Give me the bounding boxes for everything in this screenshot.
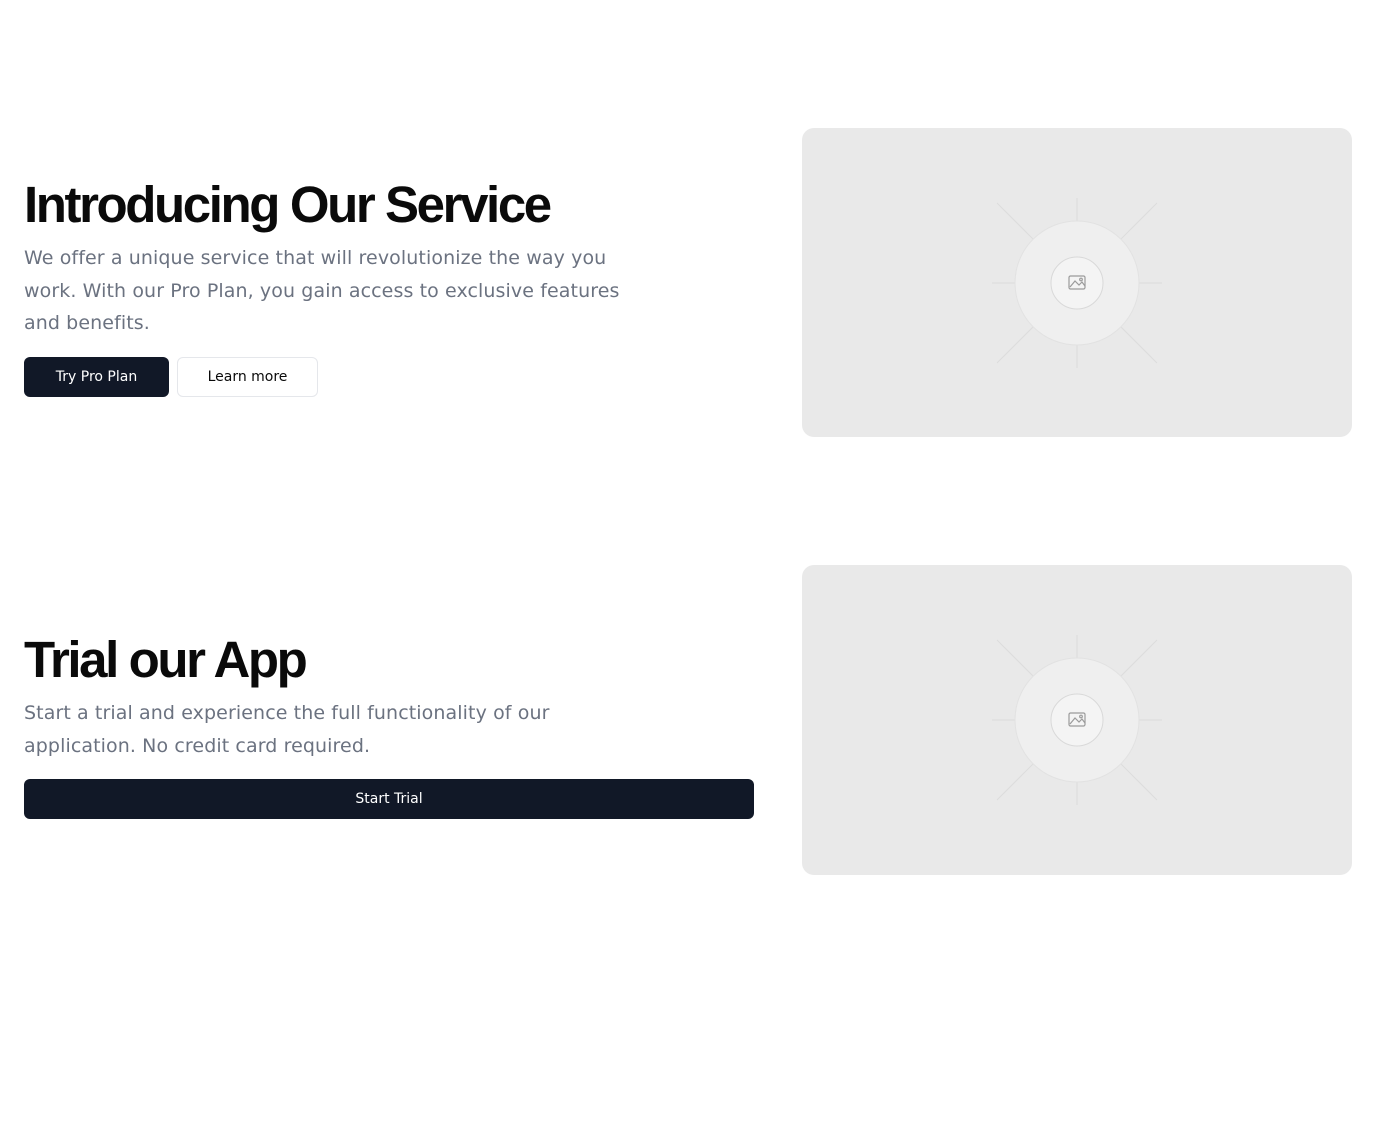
hero-image-placeholder bbox=[802, 128, 1352, 437]
image-placeholder-graphic bbox=[992, 635, 1162, 805]
hero-headline: Introducing Our Service bbox=[24, 176, 552, 233]
trial-image-placeholder bbox=[802, 565, 1352, 875]
trial-text-column: Trial our App Start a trial and experien… bbox=[24, 633, 754, 819]
hero-section-service: Introducing Our Service We offer a uniqu… bbox=[24, 128, 1352, 437]
hero-text-column: Introducing Our Service We offer a uniqu… bbox=[24, 178, 754, 397]
hero-description-line: work. With our Pro Plan, you gain access… bbox=[24, 279, 620, 302]
try-pro-plan-button[interactable]: Try Pro Plan bbox=[24, 356, 169, 397]
trial-headline: Trial our App bbox=[24, 631, 308, 688]
learn-more-button[interactable]: Learn more bbox=[177, 356, 318, 397]
trial-section: Trial our App Start a trial and experien… bbox=[24, 565, 1352, 875]
trial-description-line: application. No credit card required. bbox=[24, 734, 371, 757]
hero-description: We offer a unique service that will revo… bbox=[24, 242, 754, 340]
hero-button-row: Try Pro Plan Learn more bbox=[24, 356, 754, 397]
trial-description: Start a trial and experience the full fu… bbox=[24, 697, 754, 762]
start-trial-button[interactable]: Start Trial bbox=[24, 779, 754, 819]
hero-description-line: We offer a unique service that will revo… bbox=[24, 247, 607, 269]
trial-description-line: Start a trial and experience the full fu… bbox=[24, 702, 550, 724]
image-placeholder-graphic bbox=[992, 198, 1162, 368]
trial-button-row: Start Trial bbox=[24, 779, 754, 819]
hero-description-line: and benefits. bbox=[24, 312, 150, 334]
